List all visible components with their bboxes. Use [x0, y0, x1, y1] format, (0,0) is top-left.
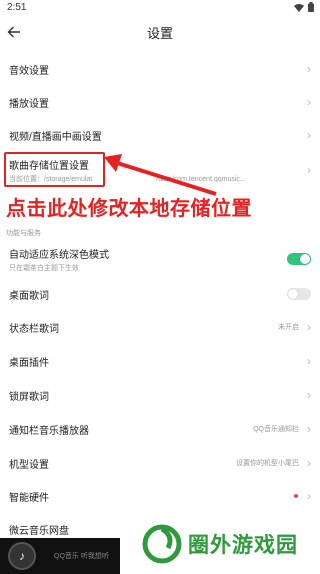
row-video-pip[interactable]: 视频/直播画中画设置 ›: [0, 126, 320, 144]
row-title: 状态栏歌词: [9, 323, 59, 335]
row-device-model[interactable]: 机型设置 设置你的机型小尾巴 ›: [0, 454, 320, 472]
chevron-right-icon: ›: [307, 388, 311, 402]
row-desktop-widget[interactable]: 桌面插件 ›: [0, 352, 320, 370]
wifi-icon: [294, 3, 304, 12]
status-time: 2:51: [7, 1, 27, 13]
status-icons: [294, 2, 314, 12]
highlight-box: [4, 152, 105, 187]
row-title: 锁屏歌词: [9, 391, 49, 403]
annotation-text: 点击此处修改本地存储位置: [6, 198, 252, 220]
row-title: 播放设置: [9, 98, 49, 110]
chevron-right-icon: ›: [307, 128, 311, 142]
battery-icon: [308, 2, 314, 12]
toggle-knob: [300, 254, 310, 264]
new-badge-dot: [294, 494, 298, 498]
page-title: 设置: [146, 25, 173, 41]
mini-player[interactable]: ♪ QQ音乐 听我想听: [0, 538, 120, 574]
watermark: 圈外游戏园: [142, 524, 298, 564]
row-playback[interactable]: 播放设置 ›: [0, 93, 320, 111]
row-title: 桌面插件: [9, 357, 49, 369]
row-title: 机型设置: [9, 459, 49, 471]
row-title: 音效设置: [9, 65, 49, 77]
row-subtitle: 只在霜茶白主题下生效: [9, 264, 79, 272]
row-sound-effects[interactable]: 音效设置 ›: [0, 60, 320, 78]
row-adaptive-dark-mode[interactable]: 自动适应系统深色模式 只在霜茶白主题下生效: [0, 244, 320, 274]
row-value: QQ音乐通知栏: [253, 426, 299, 433]
row-status-bar-lyrics[interactable]: 状态栏歌词 未开启 ›: [0, 318, 320, 336]
row-title: 通知栏音乐播放器: [9, 425, 89, 437]
section-label: 功能与服务: [6, 230, 41, 237]
back-arrow-icon: [7, 26, 20, 38]
chevron-right-icon: ›: [307, 163, 311, 177]
chevron-right-icon: ›: [307, 354, 311, 368]
page-header: 设置: [0, 14, 320, 50]
row-smart-device[interactable]: 智能硬件 ›: [0, 487, 320, 505]
row-title: 桌面歌词: [9, 290, 49, 302]
music-note-icon: ♪: [8, 542, 36, 570]
dark-mode-toggle[interactable]: [287, 253, 311, 265]
chevron-right-icon: ›: [307, 62, 311, 76]
chevron-right-icon: ›: [307, 489, 311, 503]
row-value: 设置你的机型小尾巴: [236, 460, 299, 467]
player-text: QQ音乐 听我想听: [54, 553, 109, 560]
chevron-right-icon: ›: [307, 456, 311, 470]
toggle-knob: [288, 289, 298, 299]
row-title: 自动适应系统深色模式: [9, 249, 109, 261]
row-lock-screen-lyrics[interactable]: 锁屏歌词 ›: [0, 386, 320, 404]
row-desktop-lyrics[interactable]: 桌面歌词: [0, 285, 320, 303]
chevron-right-icon: ›: [307, 320, 311, 334]
chevron-right-icon: ›: [307, 95, 311, 109]
row-title: 视频/直播画中画设置: [9, 131, 102, 143]
desktop-lyrics-toggle[interactable]: [287, 288, 311, 300]
status-bar: 2:51: [0, 0, 320, 14]
watermark-text: 圈外游戏园: [188, 534, 298, 557]
row-notification-player[interactable]: 通知栏音乐播放器 QQ音乐通知栏 ›: [0, 420, 320, 438]
watermark-logo-icon: [142, 524, 182, 564]
chevron-right-icon: ›: [307, 422, 311, 436]
row-value: 未开启: [278, 324, 299, 331]
row-title: 智能硬件: [9, 492, 49, 504]
back-button[interactable]: [4, 23, 24, 41]
